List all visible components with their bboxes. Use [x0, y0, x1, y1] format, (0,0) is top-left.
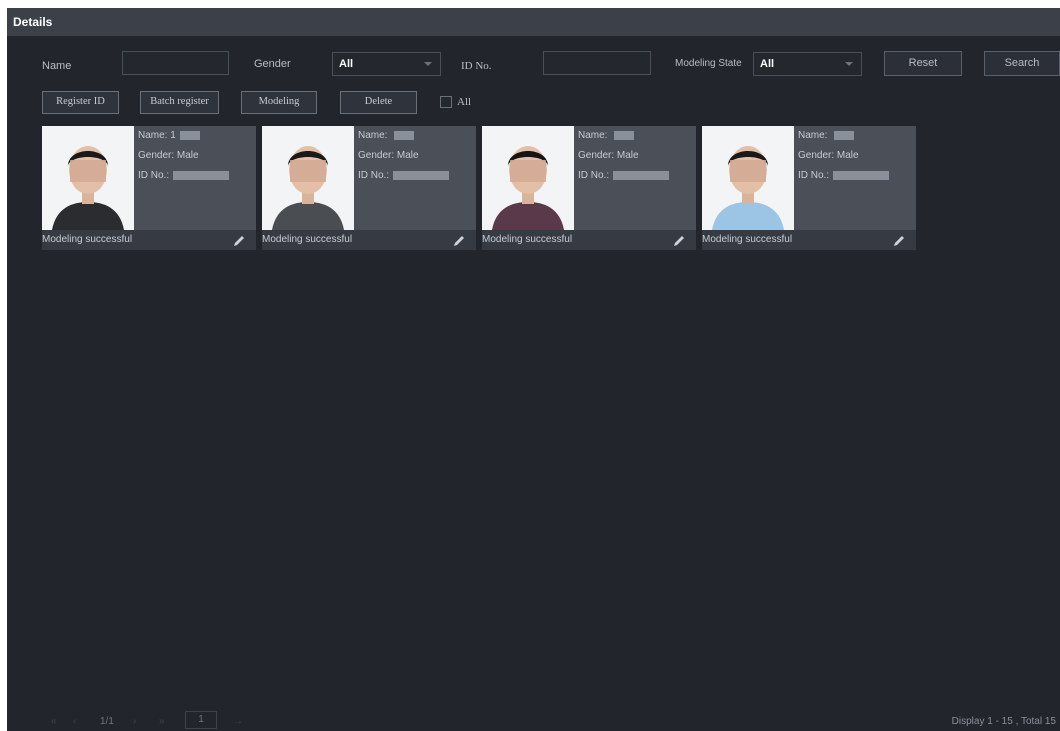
details-window: Details Name Gender All ID No. Modeling … [7, 8, 1060, 731]
edit-icon[interactable] [672, 234, 686, 248]
gender-select-value: All [339, 58, 354, 70]
register-id-button[interactable]: Register ID [42, 91, 119, 114]
modeling-state-select[interactable]: All [753, 52, 862, 76]
person-card[interactable]: Name: Gender: Male ID No.: Modeling succ… [702, 126, 916, 252]
modeling-button[interactable]: Modeling [241, 91, 317, 114]
person-photo [702, 126, 794, 230]
name-input[interactable] [122, 51, 229, 75]
modeling-status: Modeling successful [482, 234, 573, 245]
person-info: Name: 1 Gender: Male ID No.: [134, 126, 256, 230]
window-title: Details [7, 8, 1060, 36]
chevron-down-icon [845, 62, 853, 66]
person-id: ID No.: [798, 170, 890, 181]
person-name: Name: [578, 130, 635, 141]
go-page-icon[interactable]: → [233, 716, 243, 727]
person-name: Name: 1 [138, 130, 200, 141]
modeling-state-value: All [760, 58, 775, 70]
reset-button[interactable]: Reset [884, 51, 962, 76]
page-indicator: 1/1 [100, 716, 114, 727]
display-summary: Display 1 - 15 , Total 15 [951, 716, 1056, 727]
modeling-status: Modeling successful [42, 234, 133, 245]
card-footer: Modeling successful [702, 230, 916, 250]
next-page-icon[interactable]: › [133, 716, 136, 727]
id-label: ID No. [461, 60, 492, 72]
delete-button[interactable]: Delete [340, 91, 417, 114]
edit-icon[interactable] [232, 234, 246, 248]
edit-icon[interactable] [452, 234, 466, 248]
card-footer: Modeling successful [482, 230, 696, 250]
page-input[interactable]: 1 [185, 711, 217, 729]
person-id: ID No.: [138, 170, 230, 181]
person-info: Name: Gender: Male ID No.: [794, 126, 916, 230]
prev-page-icon[interactable]: ‹ [73, 716, 76, 727]
person-id: ID No.: [358, 170, 450, 181]
person-card[interactable]: Name: Gender: Male ID No.: Modeling succ… [482, 126, 696, 252]
person-photo [482, 126, 574, 230]
gender-label: Gender [254, 58, 291, 70]
name-label: Name [42, 60, 72, 72]
person-info: Name: Gender: Male ID No.: [574, 126, 696, 230]
person-id: ID No.: [578, 170, 670, 181]
select-all-label: All [457, 96, 472, 108]
modeling-status: Modeling successful [702, 234, 793, 245]
batch-register-button[interactable]: Batch register [140, 91, 219, 114]
person-card[interactable]: Name: Gender: Male ID No.: Modeling succ… [262, 126, 476, 252]
edit-icon[interactable] [892, 234, 906, 248]
last-page-icon[interactable]: » [159, 716, 165, 727]
chevron-down-icon [424, 62, 432, 66]
person-name: Name: [798, 130, 855, 141]
person-info: Name: Gender: Male ID No.: [354, 126, 476, 230]
first-page-icon[interactable]: « [51, 716, 57, 727]
person-photo [262, 126, 354, 230]
person-photo [42, 126, 134, 230]
person-gender: Gender: Male [798, 150, 859, 161]
modeling-status: Modeling successful [262, 234, 353, 245]
id-input[interactable] [543, 51, 651, 75]
person-gender: Gender: Male [138, 150, 199, 161]
person-gender: Gender: Male [358, 150, 419, 161]
person-gender: Gender: Male [578, 150, 639, 161]
person-card[interactable]: Name: 1 Gender: Male ID No.: Modeling su… [42, 126, 256, 252]
card-footer: Modeling successful [262, 230, 476, 250]
select-all-checkbox[interactable] [440, 96, 452, 108]
search-button[interactable]: Search [984, 51, 1060, 76]
modeling-state-label: Modeling State [675, 58, 742, 69]
person-name: Name: [358, 130, 415, 141]
gender-select[interactable]: All [332, 52, 441, 76]
card-footer: Modeling successful [42, 230, 256, 250]
